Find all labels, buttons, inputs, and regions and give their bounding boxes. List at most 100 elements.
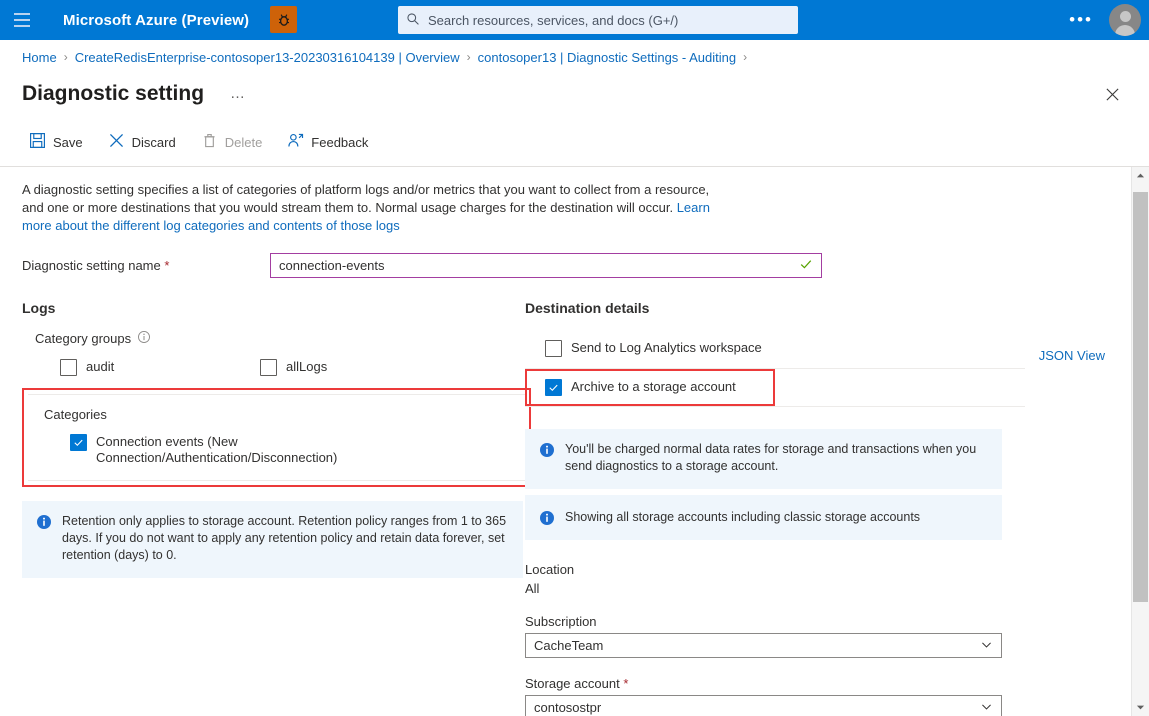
diagnostic-setting-name-input[interactable]: connection-events xyxy=(270,253,822,278)
diagnostic-setting-name-label: Diagnostic setting name * xyxy=(22,258,270,273)
retention-info-box: Retention only applies to storage accoun… xyxy=(22,501,523,578)
content-scrollbar[interactable] xyxy=(1131,167,1149,716)
logs-section-title: Logs xyxy=(22,300,513,316)
checkbox-log-analytics-label: Send to Log Analytics workspace xyxy=(571,340,762,356)
bug-icon[interactable] xyxy=(270,6,297,33)
subscription-label: Subscription xyxy=(525,614,1033,629)
feedback-button-label: Feedback xyxy=(311,135,368,150)
delete-button: Delete xyxy=(197,127,275,157)
account-avatar[interactable] xyxy=(1109,4,1141,36)
checkbox-archive-storage-label: Archive to a storage account xyxy=(571,379,736,395)
required-asterisk: * xyxy=(164,258,169,273)
checkbox-alllogs[interactable]: allLogs xyxy=(260,359,460,376)
save-button[interactable]: Save xyxy=(25,127,95,157)
breadcrumb-separator: › xyxy=(743,50,747,64)
scroll-down-arrow[interactable] xyxy=(1132,699,1149,716)
scrollbar-thumb[interactable] xyxy=(1133,192,1148,602)
main-content: A diagnostic setting specifies a list of… xyxy=(0,167,1149,716)
logs-column: Logs Category groups audit xyxy=(0,300,513,716)
destination-option-log-analytics[interactable]: Send to Log Analytics workspace xyxy=(525,330,1025,369)
close-icon[interactable] xyxy=(1100,82,1124,106)
category-groups-label: Category groups xyxy=(35,330,513,347)
categories-title: Categories xyxy=(44,407,525,422)
settings-columns: Logs Category groups audit xyxy=(0,300,1149,716)
storage-account-value: contosostpr xyxy=(534,700,601,715)
global-search-input[interactable]: Search resources, services, and docs (G+… xyxy=(398,6,798,34)
info-circle-icon xyxy=(539,442,555,458)
save-button-label: Save xyxy=(53,135,83,150)
feedback-button[interactable]: Feedback xyxy=(283,127,380,157)
category-groups-checkboxes: audit allLogs xyxy=(60,359,513,376)
checkbox-alllogs-label: allLogs xyxy=(286,359,327,375)
breadcrumb: Home › CreateRedisEnterprise-contosoper1… xyxy=(0,40,1149,74)
destination-section-title: Destination details xyxy=(525,300,1033,316)
global-header: Microsoft Azure (Preview) Search resourc… xyxy=(0,0,1149,40)
info-circle-icon[interactable] xyxy=(137,330,151,347)
checkbox-audit[interactable]: audit xyxy=(60,359,260,376)
intro-text: A diagnostic setting specifies a list of… xyxy=(22,182,709,215)
json-view-link[interactable]: JSON View xyxy=(1039,348,1105,363)
checkbox-log-analytics-box[interactable] xyxy=(545,340,562,357)
discard-x-icon xyxy=(108,132,125,152)
check-icon xyxy=(799,257,813,274)
storage-rates-info-text: You'll be charged normal data rates for … xyxy=(565,441,988,475)
categories-panel: Categories Connection events (New Connec… xyxy=(28,394,525,481)
destination-column: Destination details Send to Log Analytic… xyxy=(513,300,1033,716)
delete-button-label: Delete xyxy=(225,135,263,150)
breadcrumb-separator: › xyxy=(64,50,68,64)
checkbox-connection-events[interactable]: Connection events (New Connection/Authen… xyxy=(70,434,470,466)
storage-account-dropdown[interactable]: contosostpr xyxy=(525,695,1002,716)
checkbox-audit-label: audit xyxy=(86,359,114,375)
location-value: All xyxy=(525,581,1033,596)
save-icon xyxy=(29,132,46,152)
checkbox-log-analytics[interactable]: Send to Log Analytics workspace xyxy=(545,340,1025,357)
command-bar: Save Discard Delete Fee xyxy=(0,124,1149,160)
subscription-value: CacheTeam xyxy=(534,638,603,653)
storage-account-field: Storage account * contosostpr xyxy=(525,676,1033,716)
breadcrumb-item-deployment[interactable]: CreateRedisEnterprise-contosoper13-20230… xyxy=(75,50,460,65)
trash-icon xyxy=(201,132,218,152)
required-asterisk: * xyxy=(623,676,628,691)
retention-info-text: Retention only applies to storage accoun… xyxy=(62,513,509,564)
checkbox-archive-storage-box[interactable] xyxy=(545,379,562,396)
diagnostic-setting-name-value: connection-events xyxy=(279,258,799,273)
storage-account-label: Storage account * xyxy=(525,676,1033,691)
checkbox-audit-box[interactable] xyxy=(60,359,77,376)
header-actions: ••• xyxy=(1059,0,1141,40)
subscription-dropdown[interactable]: CacheTeam xyxy=(525,633,1002,658)
chevron-down-icon xyxy=(980,700,993,716)
scroll-up-arrow[interactable] xyxy=(1132,167,1149,184)
storage-account-label-text: Storage account xyxy=(525,676,620,691)
subscription-field: Subscription CacheTeam xyxy=(525,614,1033,658)
location-field: Location All xyxy=(525,562,1033,596)
hamburger-menu-icon[interactable] xyxy=(0,0,44,40)
breadcrumb-separator: › xyxy=(467,50,471,64)
page-title: Diagnostic setting xyxy=(22,82,204,106)
chevron-down-icon xyxy=(980,638,993,654)
checkbox-connection-events-box[interactable] xyxy=(70,434,87,451)
global-search-placeholder: Search resources, services, and docs (G+… xyxy=(428,13,678,28)
intro-description: A diagnostic setting specifies a list of… xyxy=(0,167,722,235)
breadcrumb-item-home[interactable]: Home xyxy=(22,50,57,65)
page-more-button[interactable]: … xyxy=(226,83,251,105)
destination-option-storage-account: Archive to a storage account xyxy=(525,369,1025,407)
category-groups-label-text: Category groups xyxy=(35,331,131,346)
breadcrumb-item-diagnostic-settings[interactable]: contosoper13 | Diagnostic Settings - Aud… xyxy=(478,50,736,65)
setting-name-label-text: Diagnostic setting name xyxy=(22,258,161,273)
categories-highlight-box: Categories Connection events (New Connec… xyxy=(22,388,531,487)
showing-accounts-info-text: Showing all storage accounts including c… xyxy=(565,509,920,526)
checkbox-archive-storage[interactable]: Archive to a storage account xyxy=(545,379,773,396)
showing-accounts-info-box: Showing all storage accounts including c… xyxy=(525,495,1002,540)
info-circle-icon xyxy=(36,514,52,530)
checkbox-connection-events-label: Connection events (New Connection/Authen… xyxy=(96,434,470,466)
archive-storage-highlight-box: Archive to a storage account xyxy=(525,369,775,406)
discard-button[interactable]: Discard xyxy=(104,127,188,157)
checkbox-alllogs-box[interactable] xyxy=(260,359,277,376)
header-more-button[interactable]: ••• xyxy=(1059,10,1103,30)
info-circle-icon xyxy=(539,510,555,526)
storage-rates-info-box: You'll be charged normal data rates for … xyxy=(525,429,1002,489)
location-label: Location xyxy=(525,562,1033,577)
azure-brand-label[interactable]: Microsoft Azure (Preview) xyxy=(63,12,249,29)
search-icon xyxy=(406,12,420,29)
discard-button-label: Discard xyxy=(132,135,176,150)
